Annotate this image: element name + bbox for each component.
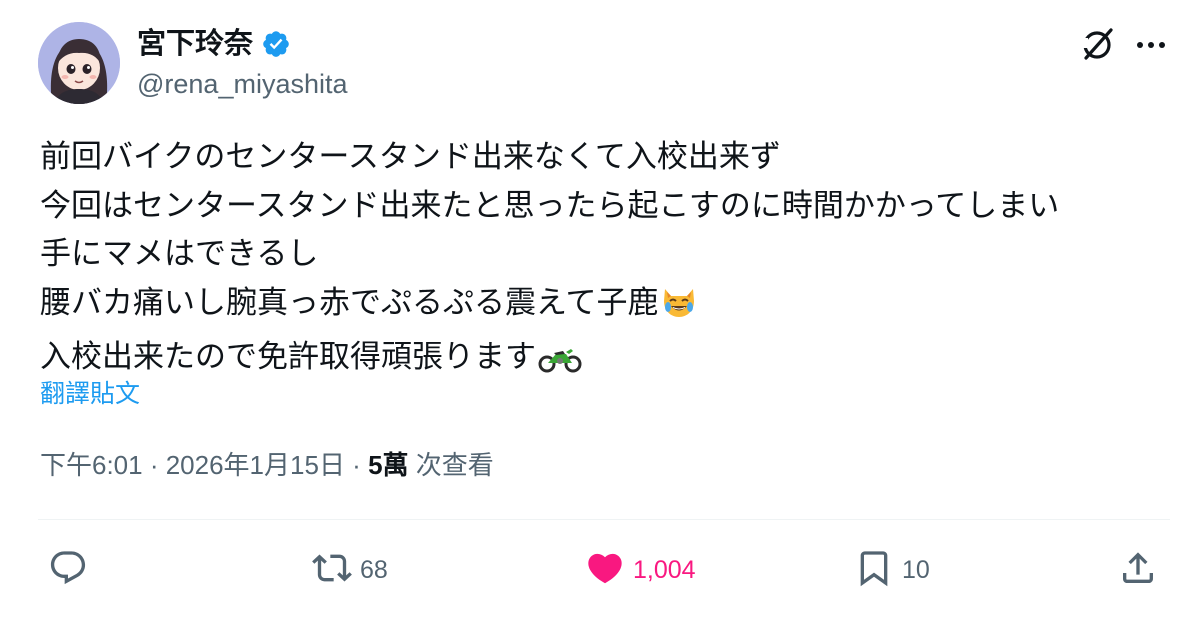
- author-name-row[interactable]: 宮下玲奈: [137, 26, 291, 62]
- tweet-time[interactable]: 下午6:01: [40, 450, 143, 480]
- avatar-illustration: [38, 22, 120, 104]
- tweet-meta: 下午6:01 · 2026年1月15日 · 5萬 次查看: [40, 447, 494, 483]
- retweet-button[interactable]: 68: [312, 548, 388, 592]
- tweet-text-line: 今回はセンタースタンド出来たと思ったら起こすのに時間かかってしまい: [40, 187, 1060, 223]
- views-label: 次查看: [408, 450, 494, 480]
- reply-button[interactable]: [48, 548, 96, 592]
- author-display-name[interactable]: 宮下玲奈: [137, 26, 253, 62]
- author-handle[interactable]: @rena_miyashita: [137, 68, 348, 100]
- retweet-count: 68: [360, 556, 388, 584]
- motorcycle-emoji-icon: [538, 339, 582, 388]
- bookmark-icon[interactable]: [854, 548, 894, 593]
- verified-badge-icon[interactable]: [261, 29, 291, 59]
- tweet-text: 前回バイクのセンタースタンド出来なくて入校出来ず 今回はセンタースタンド出来たと…: [40, 133, 1170, 388]
- heart-icon[interactable]: [585, 548, 625, 593]
- tweet-text-line-with-emoji: 腰バカ痛いし腕真っ赤でぷるぷる震えて子鹿: [40, 279, 1170, 334]
- cat-tears-of-joy-emoji-icon: [660, 283, 698, 334]
- bookmark-button[interactable]: 10: [854, 548, 930, 592]
- tweet-text-line-with-emoji: 入校出来たので免許取得頑張ります: [40, 333, 1170, 388]
- translate-post-link[interactable]: 翻譯貼文: [40, 378, 140, 410]
- meta-separator: ·: [344, 450, 369, 480]
- divider: [38, 519, 1170, 520]
- tweet-text-line: 入校出来たので免許取得頑張ります: [40, 339, 536, 374]
- tweet-text-line: 腰バカ痛いし腕真っ赤でぷるぷる震えて子鹿: [40, 284, 659, 320]
- retweet-icon[interactable]: [312, 548, 352, 593]
- grok-icon[interactable]: [1078, 24, 1118, 64]
- share-icon[interactable]: [1118, 548, 1158, 593]
- tweet-card: 宮下玲奈 @rena_miyashita 前回バイクのセンタースタンド出来なくて…: [0, 0, 1196, 626]
- reply-icon[interactable]: [48, 548, 88, 593]
- tweet-date[interactable]: 2026年1月15日: [166, 450, 345, 480]
- like-count: 1,004: [633, 556, 696, 584]
- meta-separator: ·: [142, 450, 166, 480]
- more-options-icon[interactable]: [1132, 28, 1170, 62]
- share-button[interactable]: [1118, 548, 1158, 592]
- avatar[interactable]: [38, 22, 120, 104]
- bookmark-count: 10: [902, 556, 930, 584]
- tweet-text-line: 前回バイクのセンタースタンド出来なくて入校出来ず: [40, 139, 781, 174]
- like-button[interactable]: 1,004: [585, 548, 696, 592]
- views-count[interactable]: 5萬: [368, 450, 408, 480]
- tweet-text-line: 手にマメはできるし: [40, 236, 319, 271]
